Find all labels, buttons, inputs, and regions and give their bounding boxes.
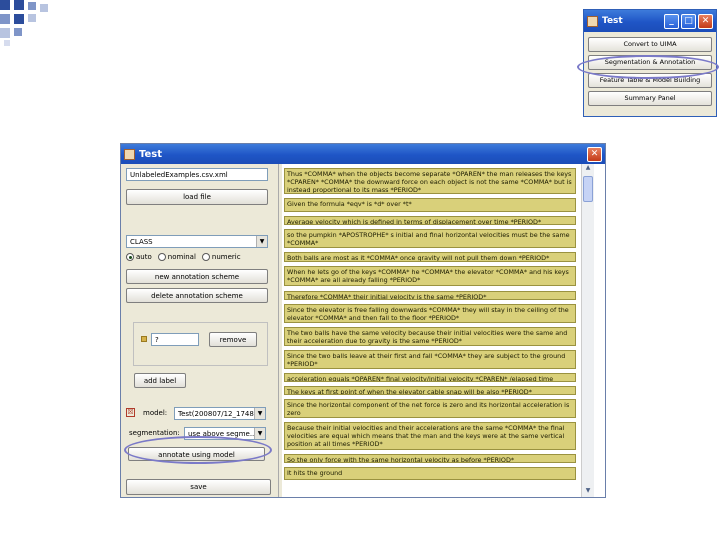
- launcher-title: Test: [602, 16, 623, 26]
- radio-nominal-label: nominal: [167, 253, 196, 261]
- main-title: Test: [139, 148, 163, 160]
- remove-label-button[interactable]: remove: [209, 332, 257, 347]
- chevron-down-icon[interactable]: ▼: [254, 408, 265, 419]
- maximize-icon[interactable]: □: [681, 13, 696, 29]
- sentence-item[interactable]: Since the horizontal component of the ne…: [284, 399, 576, 418]
- decorative-square: [28, 2, 36, 10]
- model-value: Test(200807/12_1748...: [178, 410, 261, 418]
- segmentation-label: segmentation:: [129, 429, 180, 437]
- sentence-item[interactable]: Both balls are most as it *COMMA* once g…: [284, 252, 576, 262]
- summary-panel-button[interactable]: Summary Panel: [588, 91, 712, 106]
- label-color-swatch: [141, 336, 147, 342]
- sentence-item[interactable]: Given the formula *eqv* is *d* over *t*: [284, 198, 576, 212]
- radio-auto-label: auto: [136, 253, 152, 261]
- model-label: model:: [143, 409, 168, 417]
- decorative-square: [4, 40, 10, 46]
- radio-numeric-label: numeric: [211, 253, 241, 261]
- load-file-button[interactable]: load file: [126, 189, 268, 205]
- java-app-icon: [124, 148, 135, 160]
- sentence-item[interactable]: When he lets go of the keys *COMMA* he *…: [284, 266, 576, 286]
- sentence-item[interactable]: So the only force with the same horizont…: [284, 454, 576, 463]
- sentence-item[interactable]: so the pumpkin *APOSTROPHE* s initial an…: [284, 229, 576, 248]
- close-icon[interactable]: ✕: [587, 146, 602, 162]
- decorative-square: [0, 14, 10, 24]
- decorative-square: [14, 14, 24, 24]
- sentence-list: Thus *COMMA* when the objects become sep…: [282, 164, 605, 497]
- decorative-square: [14, 0, 24, 10]
- sentence-item[interactable]: Because their initial velocities and the…: [284, 422, 576, 450]
- decorative-square: [0, 0, 10, 10]
- decorative-squares: [0, 0, 60, 48]
- decorative-square: [40, 4, 48, 12]
- decorative-square: [28, 14, 36, 22]
- scroll-up-icon[interactable]: ▲: [582, 164, 594, 174]
- chevron-down-icon[interactable]: ▼: [254, 428, 265, 439]
- model-select[interactable]: Test(200807/12_1748... ▼: [174, 407, 266, 420]
- sentence-item[interactable]: Since the two balls leave at their first…: [284, 350, 576, 369]
- decorative-square: [0, 28, 10, 38]
- new-annotation-scheme-button[interactable]: new annotation scheme: [126, 269, 268, 284]
- scrollbar-thumb[interactable]: [583, 176, 593, 202]
- main-titlebar: Test ✕: [121, 144, 605, 164]
- add-label-button[interactable]: add label: [134, 373, 186, 388]
- delete-annotation-scheme-button[interactable]: delete annotation scheme: [126, 288, 268, 303]
- sentence-item[interactable]: Average velocity which is defined in ter…: [284, 216, 576, 225]
- save-button[interactable]: save: [126, 479, 271, 495]
- radio-numeric[interactable]: [201, 253, 210, 261]
- annotation-scheme-select[interactable]: CLASS ▼: [126, 235, 268, 248]
- decorative-square: [14, 28, 22, 36]
- annotation-scheme-value: CLASS: [130, 238, 153, 246]
- radio-auto[interactable]: [126, 253, 134, 261]
- type-radio-group: auto nominal numeric: [126, 253, 247, 261]
- sentence-item[interactable]: It hits the ground: [284, 467, 576, 480]
- sentence-item[interactable]: The two balls have the same velocity bec…: [284, 327, 576, 346]
- launcher-titlebar: Test _ □ ✕: [584, 10, 716, 32]
- minimize-icon[interactable]: _: [664, 13, 679, 29]
- highlight-oval-segmentation: [577, 55, 719, 79]
- model-icon: ☒: [126, 408, 135, 417]
- vertical-scrollbar[interactable]: ▲ ▼: [581, 164, 594, 497]
- radio-nominal[interactable]: [157, 253, 166, 261]
- scroll-down-icon[interactable]: ▼: [582, 487, 594, 497]
- java-app-icon: [587, 15, 598, 27]
- label-value-field[interactable]: ?: [151, 333, 199, 346]
- chevron-down-icon[interactable]: ▼: [256, 236, 267, 247]
- sentence-item[interactable]: Since the elevator is free falling downw…: [284, 304, 576, 323]
- sentence-item[interactable]: The keys at first point of when the elev…: [284, 386, 576, 395]
- highlight-oval-annotate: [124, 436, 272, 464]
- sentence-item[interactable]: Therefore *COMMA* their initial velocity…: [284, 291, 576, 300]
- file-name-field[interactable]: UnlabeledExamples.csv.xml: [126, 168, 268, 181]
- close-icon[interactable]: ✕: [698, 13, 713, 29]
- sentence-item[interactable]: Thus *COMMA* when the objects become sep…: [284, 168, 576, 194]
- convert-to-uima-button[interactable]: Convert to UIMA: [588, 37, 712, 52]
- sentence-item[interactable]: acceleration equals *OPAREN* final veloc…: [284, 373, 576, 382]
